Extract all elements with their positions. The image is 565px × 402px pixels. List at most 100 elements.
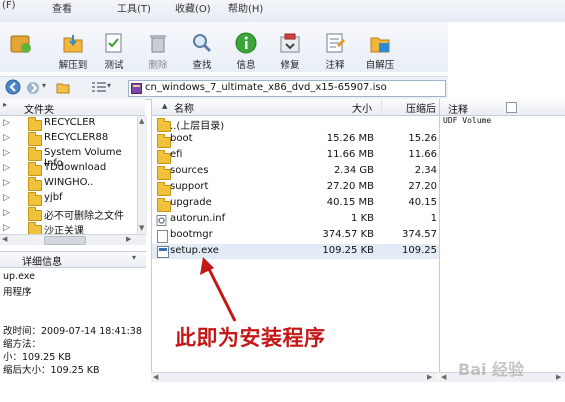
expand-icon[interactable]: ▷ [3,118,10,128]
forward-icon[interactable] [26,81,40,95]
row-packed: 11.66 [408,149,437,160]
tree-vertical-scrollbar[interactable]: ▲ ▼ [137,116,147,234]
sfx-label: 自解压 [365,60,395,71]
tree-item[interactable]: ▷ RECYCLER88 [0,131,137,146]
comment-button[interactable]: 注释 [315,32,355,74]
tree-item[interactable]: ▷ WINGHO.. [0,176,137,191]
folder-icon [157,166,171,180]
settings-file-icon [156,215,167,226]
view-dropdown-icon[interactable]: ▾ [107,81,111,90]
back-icon[interactable] [5,79,21,95]
row-name: ..(上层目录) [170,121,225,132]
scroll-left-icon[interactable]: ◀ [441,373,446,381]
list-row[interactable]: bootmgr 374.57 KB 374.57 [152,228,439,243]
comment-checkbox[interactable] [506,102,517,113]
list-row[interactable]: sources 2.34 GB 2.34 [152,164,439,180]
info-icon [235,32,257,54]
tree-item[interactable]: ▷ yjbf [0,191,137,206]
delete-button[interactable]: 删除 [138,32,178,74]
menu-favorites[interactable]: 收藏(O) [175,0,211,15]
column-size[interactable]: 大小 [352,100,372,115]
row-name: support [170,181,209,192]
folder-icon [28,177,42,191]
folder-icon [28,192,42,206]
details-header: 详细信息 ▾ [0,251,146,268]
address-field[interactable]: cn_windows_7_ultimate_x86_dvd_x15-65907.… [128,80,446,97]
history-dropdown-icon[interactable]: ▾ [42,81,46,90]
scroll-right-icon[interactable]: ▶ [126,235,131,243]
annotation-text: 此即为安装程序 [175,326,326,350]
collapse-arrow-icon[interactable]: ▸ [3,100,7,109]
test-icon [105,33,122,53]
folder-icon [157,134,171,148]
expand-icon[interactable]: ▷ [3,223,10,233]
row-size: 1 KB [351,213,374,224]
tree-item-label: WINGHO.. [44,177,94,188]
expand-icon[interactable]: ▷ [3,208,10,218]
folder-icon [28,207,42,221]
info-button[interactable]: 信息 [226,32,266,74]
repair-button[interactable]: 修复 [270,32,310,74]
menu-help[interactable]: 帮助(H) [228,0,263,15]
test-button[interactable]: 测试 [94,32,134,74]
find-button[interactable]: 查找 [182,32,222,74]
expand-icon[interactable]: ▷ [3,148,10,158]
menu-tools[interactable]: 工具(T) [117,0,151,15]
repair-icon [280,33,300,53]
list-horizontal-scrollbar[interactable]: ◀ ▶ [151,372,438,382]
scroll-right-icon[interactable]: ▶ [556,373,561,381]
scroll-up-icon[interactable]: ▲ [139,117,144,125]
view-list-icon[interactable] [92,82,106,93]
list-row[interactable]: efi 11.66 MB 11.66 [152,148,439,164]
comment-icon [326,33,346,53]
tree-item[interactable]: ▷ TDdownload [0,161,137,176]
comment-text: UDF Volume [443,116,492,125]
menu-file[interactable]: (F) [2,0,16,14]
details-type: 用程序 [3,287,32,298]
list-row[interactable]: autorun.inf 1 KB 1 [152,212,439,227]
list-row-parent[interactable]: ..(上层目录) [152,116,439,132]
annotation-arrow-icon [200,257,237,322]
watermark: Bai 经验 [458,360,525,379]
list-header: ▲ 名称 大小 压缩后 [151,99,439,116]
folder-icon [157,150,171,164]
tree-horizontal-scrollbar[interactable]: ◀ ▶ [0,234,146,245]
tree-item-label: RECYCLER [44,117,96,128]
tree-item-label: TDdownload [44,162,107,173]
extract-to-button[interactable]: 解压到 [53,32,93,74]
folder-tree[interactable]: ▷ RECYCLER ▷ RECYCLER88 ▷ System Volume Inf… [0,116,137,234]
list-row[interactable]: boot 15.26 MB 15.26 [152,132,439,148]
tree-item[interactable]: ▷ 必不可删除之文件 [0,206,137,222]
list-row[interactable]: support 27.20 MB 27.20 [152,180,439,196]
row-name: efi [170,149,183,160]
tree-item[interactable]: ▷ System Volume Info [0,146,137,169]
details-collapse-icon[interactable]: ▾ [132,253,136,262]
row-packed: 1 [430,213,437,224]
row-packed: 27.20 [408,181,437,192]
scroll-down-icon[interactable]: ▼ [139,224,144,232]
row-name: autorun.inf [170,213,226,224]
expand-icon[interactable]: ▷ [3,163,10,173]
scroll-right-icon[interactable]: ▶ [427,373,432,381]
up-folder-icon[interactable] [56,81,70,94]
column-packed[interactable]: 压缩后 [406,100,436,115]
menu-view[interactable]: 查看 [52,0,72,15]
add-button[interactable] [8,32,34,74]
column-name[interactable]: 名称 [174,100,194,115]
sfx-button[interactable]: 自解压 [360,32,400,74]
details-method: 缩方法： [3,339,42,350]
repair-label: 修复 [280,60,300,71]
scroll-left-icon[interactable]: ◀ [153,373,158,381]
tree-item[interactable]: ▷ 沙正关课 [0,221,137,234]
expand-icon[interactable]: ▷ [3,193,10,203]
folder-icon [157,198,171,212]
folder-icon [157,182,171,196]
list-row[interactable]: upgrade 40.15 MB 40.15 [152,196,439,212]
tree-item[interactable]: ▷ RECYCLER [0,116,137,131]
expand-icon[interactable]: ▷ [3,133,10,143]
scroll-left-icon[interactable]: ◀ [2,235,7,243]
extract-icon [63,35,83,53]
scroll-thumb[interactable] [44,236,86,245]
expand-icon[interactable]: ▷ [3,178,10,188]
extract-to-label: 解压到 [58,60,88,71]
